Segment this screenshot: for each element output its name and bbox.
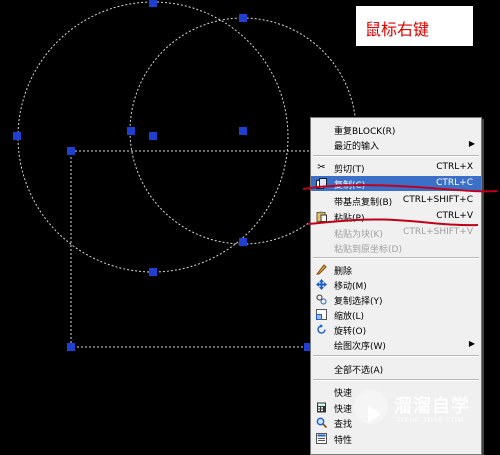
annotation-underline-copy [302, 184, 498, 193]
annotation-underline-paste [307, 218, 479, 227]
play-icon [368, 405, 381, 423]
watermark: 溜溜自学 ZIXUE.3D66.COM [352, 384, 472, 440]
watermark-logo [354, 390, 388, 424]
watermark-url: ZIXUE.3D66.COM [396, 416, 464, 424]
watermark-title: 溜溜自学 [394, 396, 470, 417]
